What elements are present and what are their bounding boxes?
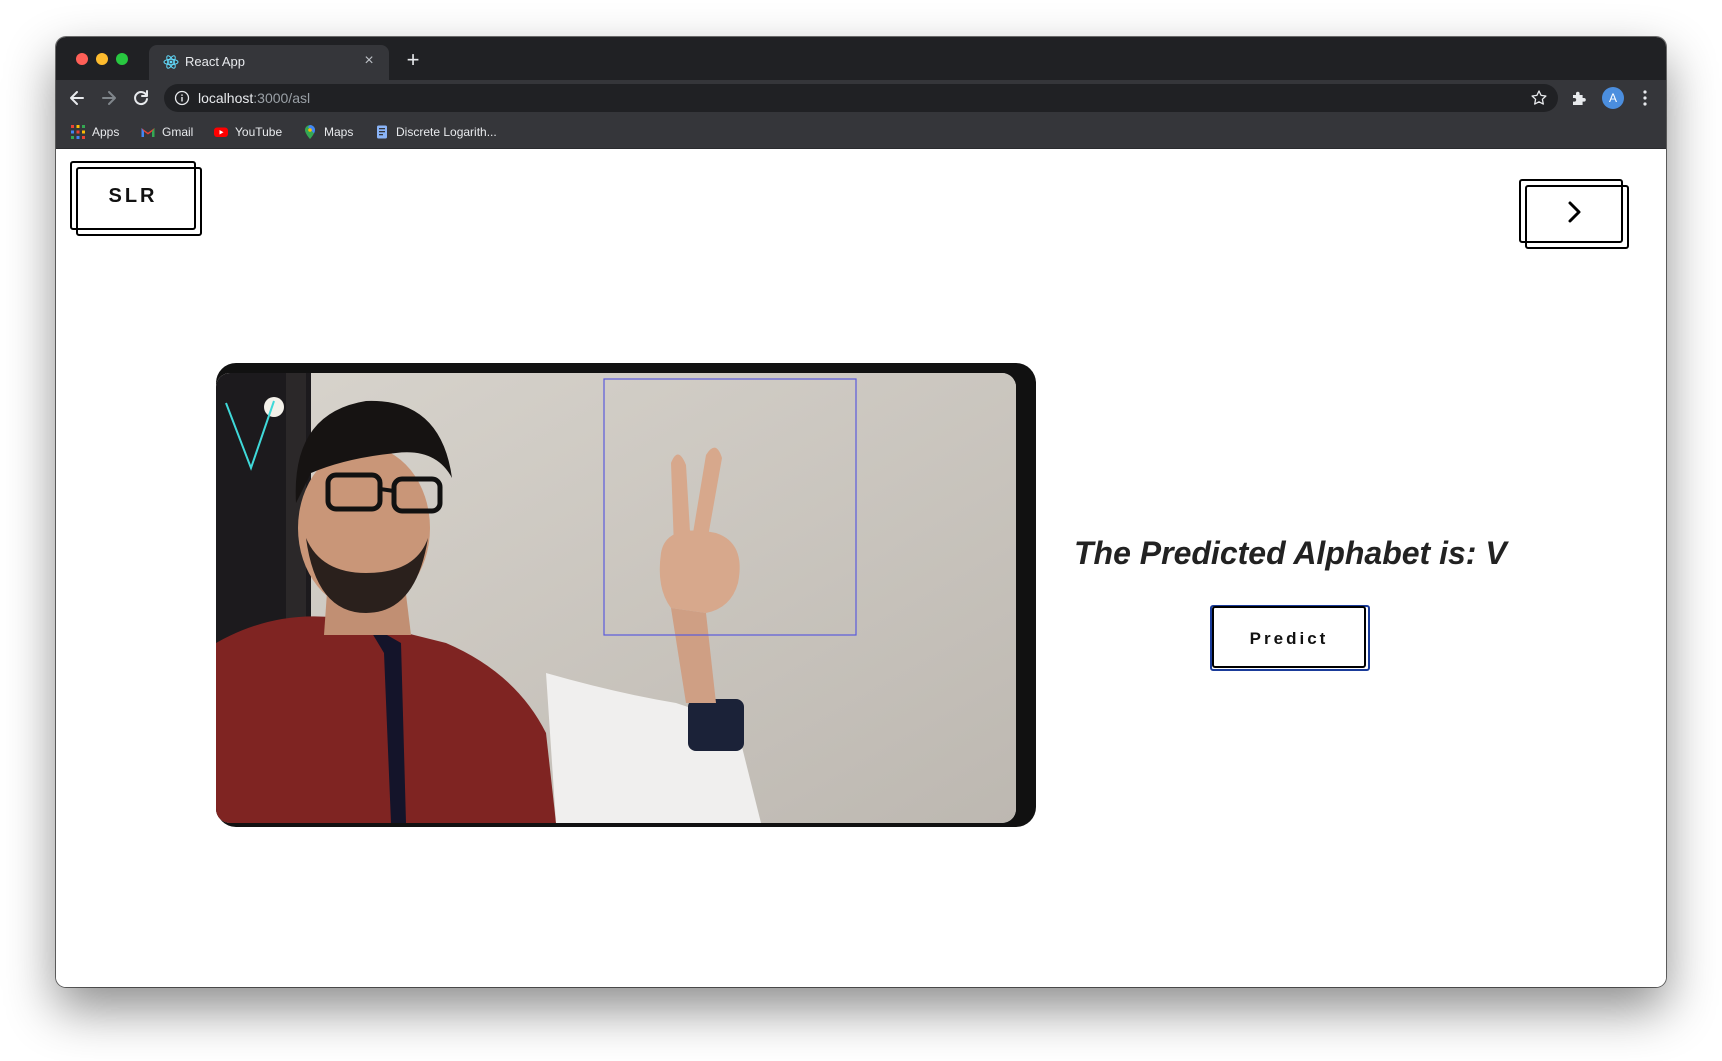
bookmark-label: Maps [324,125,354,139]
reload-icon[interactable] [128,85,154,111]
info-icon[interactable] [174,90,190,106]
forward-arrow-icon[interactable] [96,85,122,111]
tab-close-icon[interactable]: × [359,51,379,71]
bookmark-label: Apps [92,125,120,139]
react-icon [163,55,179,69]
apps-grid-icon [71,125,85,139]
url-path: :3000/asl [253,90,311,106]
next-border-front [1519,179,1623,243]
bookmark-label: YouTube [235,125,283,139]
tab-strip: React App × + [56,37,1666,80]
webcam-feed [216,373,1016,823]
page-content: SLR The Predicted Alphabet is: V Predict [56,149,1666,987]
gmail-icon [141,128,155,137]
maximize-window-button[interactable] [116,53,128,65]
url-text[interactable]: localhost:3000/asl [198,90,310,106]
bookmarks-bar: Apps Gmail YouTube Maps Discrete Logarit… [56,116,1666,149]
slr-logo-button[interactable]: SLR [70,161,204,237]
predict-button[interactable]: Predict [1206,601,1372,673]
predict-border-front: Predict [1212,606,1366,668]
logo-border-front: SLR [70,161,196,230]
prediction-text: The Predicted Alphabet is: V [1074,535,1507,571]
logo-text: SLR [108,185,158,207]
bookmark-page-icon [377,125,387,139]
bookmark-label: Discrete Logarith... [396,125,497,139]
address-bar[interactable]: localhost:3000/asl [164,84,1558,112]
browser-tab[interactable]: React App × [149,45,389,80]
browser-window: React App × + localhost:3000/asl A Apps … [56,37,1666,987]
bookmark-star-icon[interactable] [1530,89,1548,107]
maps-icon [305,125,315,139]
profile-avatar[interactable]: A [1602,87,1624,109]
browser-toolbar: localhost:3000/asl A [56,80,1666,116]
more-menu-icon[interactable] [1639,89,1651,107]
predict-label: Predict [1249,629,1329,648]
next-page-button[interactable] [1519,179,1631,251]
back-arrow-icon[interactable] [64,85,90,111]
chevron-right-icon [1568,201,1581,223]
webcam-image [216,373,1016,823]
minimize-window-button[interactable] [96,53,108,65]
youtube-icon [214,127,228,137]
bookmark-label: Gmail [162,125,194,139]
close-window-button[interactable] [76,53,88,65]
url-host: localhost [198,90,254,106]
extensions-puzzle-icon[interactable] [1570,89,1588,107]
tab-title: React App [185,54,245,69]
new-tab-button[interactable]: + [401,49,425,73]
